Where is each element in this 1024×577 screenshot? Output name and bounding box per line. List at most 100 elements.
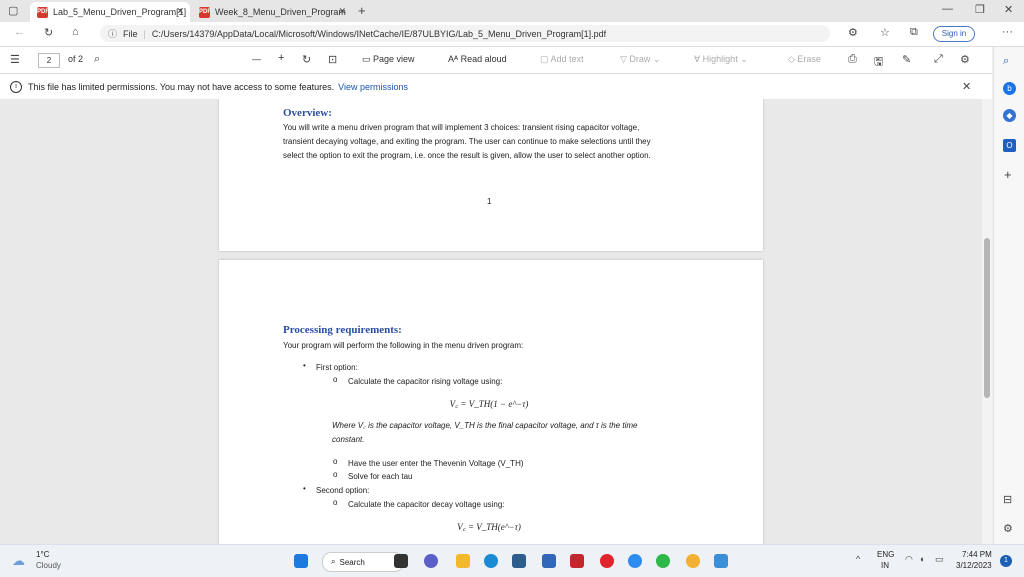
back-icon[interactable]: ← [14, 26, 25, 38]
task-view-icon[interactable] [394, 554, 408, 568]
cloud-icon: ☁ [12, 553, 25, 568]
save-as-icon[interactable]: ✎ [902, 53, 911, 66]
sidebar-toggle-icon[interactable]: ⊟ [1003, 493, 1012, 506]
bullet-icon: • [303, 361, 306, 370]
photos-icon[interactable] [714, 554, 728, 568]
close-icon[interactable]: ✕ [176, 6, 184, 17]
highlight-button[interactable]: ∀ Highlight ⌄ [694, 54, 748, 65]
save-icon[interactable]: 🖫 [874, 53, 883, 72]
wifi-icon[interactable]: ◠ [905, 554, 913, 565]
close-icon[interactable]: ✕ [962, 80, 971, 93]
processing-intro: Your program will perform the following … [283, 341, 524, 350]
zoom-icon[interactable] [628, 554, 642, 568]
first-option-label: First option: [316, 363, 358, 372]
tab-actions-icon[interactable]: ▢ [8, 4, 18, 17]
notification-badge[interactable]: 1 [1000, 555, 1012, 567]
print-icon[interactable]: ⎙ [848, 53, 857, 66]
pdf-toolbar: ☰ 2 of 2 ⌕ — + ↻ ⊡ ▭ Page view Aᴬ Read a… [0, 47, 992, 74]
rotate-icon[interactable]: ↻ [302, 53, 311, 66]
favorites-icon[interactable]: ☆ [880, 26, 890, 39]
fullscreen-icon[interactable]: ⤢ [934, 53, 943, 66]
whatsapp-icon[interactable] [656, 554, 670, 568]
pdf-viewer[interactable]: Overview: You will write a menu driven p… [0, 99, 982, 544]
file-explorer-icon[interactable] [456, 554, 470, 568]
battery-icon[interactable]: ▭ [935, 554, 944, 565]
second-option-label: Second option: [316, 486, 370, 495]
circle-bullet-icon: o [333, 498, 338, 507]
shopping-icon[interactable]: ◆ [1003, 109, 1016, 122]
view-permissions-link[interactable]: View permissions [338, 82, 408, 92]
calc-rising-text: Calculate the capacitor rising voltage u… [348, 377, 503, 386]
chevron-up-icon[interactable]: ^ [856, 554, 860, 564]
settings-icon[interactable]: ⚙ [960, 53, 970, 66]
edge-icon[interactable] [484, 554, 498, 568]
contents-icon[interactable]: ☰ [10, 53, 20, 66]
overview-line: transient decaying voltage, and exiting … [283, 137, 651, 146]
read-aloud-button[interactable]: Aᴬ Read aloud [448, 54, 507, 64]
close-icon[interactable]: ✕ [338, 6, 346, 17]
store-icon[interactable] [512, 554, 526, 568]
tab-title: Week_8_Menu_Driven_Program [215, 7, 346, 17]
taskbar: ☁ 1°C Cloudy ⌕ Search ^ ENG IN ◠ ◖ ▭ 7:4… [0, 544, 1024, 577]
scrollbar-thumb[interactable] [984, 238, 990, 398]
window-close-icon[interactable]: ✕ [1004, 3, 1013, 16]
erase-label: Erase [797, 54, 821, 64]
decay-equation: V꜀ = V_TH(e^−τ) [457, 522, 521, 532]
page-view-label: Page view [373, 54, 415, 64]
taskbar-search[interactable]: ⌕ Search [322, 552, 404, 572]
sign-in-button[interactable]: Sign in [933, 26, 975, 42]
pdf-page-1: Overview: You will write a menu driven p… [219, 99, 763, 251]
home-icon[interactable]: ⌂ [72, 26, 79, 38]
bing-icon[interactable]: b [1003, 82, 1016, 95]
tab-lab5[interactable]: PDF Lab_5_Menu_Driven_Program[1] ✕ [30, 2, 190, 22]
new-tab-button[interactable]: + [358, 3, 366, 18]
language-bottom[interactable]: IN [881, 561, 889, 570]
read-mode-icon[interactable]: ⚙ [848, 26, 858, 39]
settings-icon[interactable]: ⚙ [1003, 522, 1013, 535]
fit-page-icon[interactable]: ⊡ [328, 53, 337, 66]
processing-heading: Processing requirements: [283, 324, 402, 336]
search-icon[interactable]: ⌕ [1003, 55, 1009, 68]
clock-time[interactable]: 7:44 PM [962, 550, 992, 559]
matlab-icon[interactable] [542, 554, 556, 568]
weather-temp[interactable]: 1°C [36, 550, 49, 559]
zoom-in-button[interactable]: + [278, 52, 284, 64]
weather-desc[interactable]: Cloudy [36, 561, 61, 570]
tab-title: Lab_5_Menu_Driven_Program[1] [53, 7, 187, 17]
draw-label: Draw [629, 54, 651, 64]
volume-icon[interactable]: ◖ [919, 554, 924, 564]
pdf-page-2: Processing requirements: Your program wi… [219, 260, 763, 544]
zoom-out-button[interactable]: — [252, 54, 261, 64]
url-field[interactable]: ⓘ File | C:/Users/14379/AppData/Local/Mi… [100, 25, 830, 42]
restore-icon[interactable]: ❐ [975, 3, 985, 16]
circle-bullet-icon: o [333, 470, 338, 479]
erase-button[interactable]: ◇ Erase [788, 54, 821, 65]
outlook-icon[interactable]: O [1003, 139, 1016, 152]
permissions-message: This file has limited permissions. You m… [28, 81, 335, 92]
tab-week8[interactable]: PDF Week_8_Menu_Driven_Program ✕ [192, 2, 352, 22]
search-icon: ⌕ [331, 557, 336, 566]
language-top[interactable]: ENG [877, 550, 894, 559]
circle-bullet-icon: o [333, 457, 338, 466]
page-number-input[interactable]: 2 [38, 53, 60, 68]
permissions-infobar: i This file has limited permissions. You… [0, 74, 992, 100]
search-icon[interactable]: ⌕ [94, 53, 100, 66]
page-view-button[interactable]: ▭ Page view [362, 54, 415, 65]
mcafee-icon[interactable] [570, 554, 584, 568]
add-icon[interactable]: + [1004, 167, 1012, 182]
minimize-icon[interactable]: — [942, 3, 953, 15]
draw-button[interactable]: ▽ Draw ⌄ [620, 54, 660, 65]
clock-date[interactable]: 3/12/2023 [956, 561, 992, 570]
start-icon[interactable] [294, 554, 308, 568]
more-menu-icon[interactable]: ··· [1002, 26, 1013, 38]
highlight-label: Highlight [702, 54, 738, 64]
refresh-icon[interactable]: ↻ [44, 26, 53, 39]
info-icon: i [10, 80, 22, 93]
chat-icon[interactable] [424, 554, 438, 568]
sub-thevenin-text: Have the user enter the Thevenin Voltage… [348, 459, 524, 468]
chrome-icon[interactable] [686, 554, 700, 568]
add-text-button[interactable]: ▢ Add text [540, 54, 584, 65]
tab-strip: ▢ PDF Lab_5_Menu_Driven_Program[1] ✕ PDF… [0, 0, 1024, 22]
opera-icon[interactable] [600, 554, 614, 568]
collections-icon[interactable]: ⧉ [910, 26, 918, 39]
